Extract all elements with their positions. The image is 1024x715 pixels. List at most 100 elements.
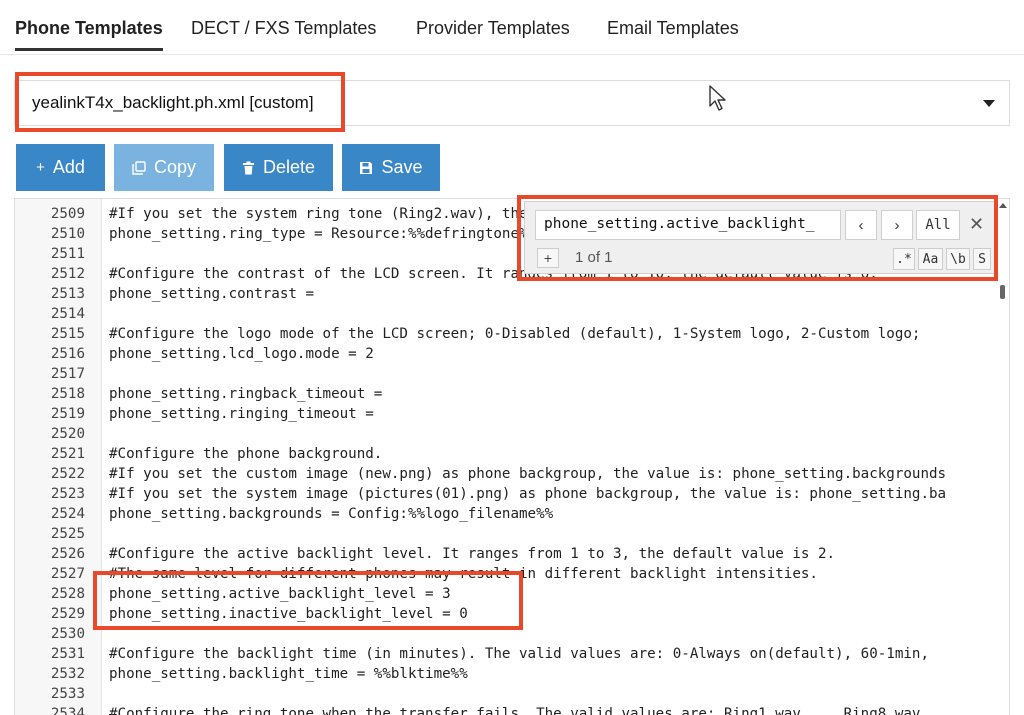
code-line: 2522 #If you set the custom image (new.pn… bbox=[15, 464, 995, 484]
line-number: 2510 bbox=[50, 226, 85, 242]
line-code: #Configure the ring tone when the transf… bbox=[109, 706, 921, 715]
code-line: 2526 #Configure the active backlight leve… bbox=[15, 544, 995, 564]
line-code: phone_setting.inactive_backlight_level =… bbox=[109, 606, 468, 622]
tab-provider-templates[interactable]: Provider Templates bbox=[416, 18, 570, 39]
find-all-label: All bbox=[925, 217, 951, 233]
line-code: #Configure the backlight time (in minute… bbox=[109, 646, 929, 662]
chevron-left-icon: ‹ bbox=[858, 216, 864, 234]
line-code: phone_setting.backgrounds = Config:%%log… bbox=[109, 506, 554, 522]
mouse-cursor-icon bbox=[709, 85, 726, 111]
regex-toggle-label: .* bbox=[896, 251, 912, 267]
line-code: phone_setting.ring_type = Resource:%%def… bbox=[109, 226, 537, 242]
code-line: 2516 phone_setting.lcd_logo.mode = 2 bbox=[15, 344, 995, 364]
plus-icon: + bbox=[543, 250, 553, 266]
case-sensitive-toggle-label: Aa bbox=[922, 251, 939, 267]
code-line: 2532 phone_setting.backlight_time = %%blk… bbox=[15, 664, 995, 684]
scroll-thumb[interactable] bbox=[1000, 285, 1005, 299]
phone-templates-page: Phone Templates DECT / FXS Templates Pro… bbox=[0, 0, 1024, 715]
search-panel: phone_setting.active_backlight_ ‹ › All … bbox=[524, 201, 997, 274]
line-number: 2531 bbox=[50, 646, 85, 662]
line-code: phone_setting.contrast = bbox=[109, 286, 314, 302]
trash-icon bbox=[242, 161, 255, 175]
code-line: 2514 bbox=[15, 304, 995, 324]
floppy-disk-icon bbox=[359, 161, 373, 175]
template-select[interactable]: yealinkT4x_backlight.ph.xml [custom] bbox=[14, 80, 1010, 126]
code-line: 2515 #Configure the logo mode of the LCD … bbox=[15, 324, 995, 344]
copy-icon bbox=[132, 160, 146, 175]
find-next-button[interactable]: › bbox=[881, 210, 913, 240]
line-code: phone_setting.lcd_logo.mode = 2 bbox=[109, 346, 374, 362]
regex-toggle[interactable]: .* bbox=[893, 248, 915, 270]
line-number: 2515 bbox=[50, 326, 85, 342]
find-all-button[interactable]: All bbox=[916, 210, 960, 240]
copy-button-label: Copy bbox=[153, 157, 197, 177]
search-in-selection-toggle[interactable]: S bbox=[973, 248, 991, 270]
line-number: 2529 bbox=[50, 606, 85, 622]
expand-replace-button[interactable]: + bbox=[537, 248, 559, 268]
code-line: 2517 bbox=[15, 364, 995, 384]
add-button[interactable]: + Add bbox=[16, 144, 105, 191]
line-number: 2522 bbox=[50, 466, 85, 482]
whole-word-toggle[interactable]: \b bbox=[946, 248, 970, 270]
delete-button[interactable]: Delete bbox=[224, 144, 333, 191]
copy-button[interactable]: Copy bbox=[114, 144, 214, 191]
line-number: 2509 bbox=[50, 206, 85, 222]
line-number: 2517 bbox=[50, 366, 85, 382]
line-number: 2524 bbox=[50, 506, 85, 522]
tab-email-templates[interactable]: Email Templates bbox=[607, 18, 739, 39]
find-previous-button[interactable]: ‹ bbox=[845, 210, 877, 240]
line-number: 2513 bbox=[50, 286, 85, 302]
code-line: 2533 bbox=[15, 684, 995, 704]
close-icon[interactable]: ✕ bbox=[969, 214, 984, 235]
match-counter: 1 of 1 bbox=[575, 249, 613, 266]
save-button[interactable]: Save bbox=[342, 144, 440, 191]
code-line: 2518 phone_setting.ringback_timeout = bbox=[15, 384, 995, 404]
line-number: 2512 bbox=[50, 266, 85, 282]
line-code: phone_setting.active_backlight_level = 3 bbox=[109, 586, 451, 602]
line-number: 2534 bbox=[50, 706, 85, 715]
case-sensitive-toggle[interactable]: Aa bbox=[918, 248, 943, 270]
editor-lines: 2509 #If you set the system ring tone (Ri… bbox=[15, 204, 995, 715]
delete-button-label: Delete bbox=[262, 157, 316, 177]
line-number: 2526 bbox=[50, 546, 85, 562]
tabs-divider bbox=[0, 54, 1024, 55]
line-number: 2525 bbox=[50, 526, 85, 542]
code-editor[interactable]: 2509 #If you set the system ring tone (Ri… bbox=[14, 198, 1010, 715]
line-code: #Configure the active backlight level. I… bbox=[109, 546, 836, 562]
plus-icon: + bbox=[36, 159, 45, 176]
scroll-up-arrow-icon[interactable] bbox=[999, 203, 1007, 208]
chevron-down-icon[interactable] bbox=[983, 100, 995, 107]
line-number: 2511 bbox=[50, 246, 85, 262]
line-number: 2514 bbox=[50, 306, 85, 322]
vertical-scrollbar[interactable] bbox=[999, 203, 1007, 713]
line-code: phone_setting.ringing_timeout = bbox=[109, 406, 374, 422]
code-line: 2521 #Configure the phone background. bbox=[15, 444, 995, 464]
tab-dect-fxs-templates[interactable]: DECT / FXS Templates bbox=[191, 18, 376, 39]
code-line: 2528 phone_setting.active_backlight_level… bbox=[15, 584, 995, 604]
line-number: 2530 bbox=[50, 626, 85, 642]
template-tabs: Phone Templates DECT / FXS Templates Pro… bbox=[0, 0, 1024, 62]
line-code: #If you set the custom image (new.png) a… bbox=[109, 466, 947, 482]
line-number: 2532 bbox=[50, 666, 85, 682]
line-number: 2516 bbox=[50, 346, 85, 362]
tab-phone-templates[interactable]: Phone Templates bbox=[15, 18, 163, 51]
chevron-right-icon: › bbox=[894, 216, 900, 234]
line-code: #If you set the system image (pictures(0… bbox=[109, 486, 947, 502]
line-number: 2528 bbox=[50, 586, 85, 602]
search-input[interactable]: phone_setting.active_backlight_ bbox=[535, 210, 841, 240]
line-number: 2533 bbox=[50, 686, 85, 702]
line-number: 2527 bbox=[50, 566, 85, 582]
line-number: 2521 bbox=[50, 446, 85, 462]
line-code: phone_setting.backlight_time = %%blktime… bbox=[109, 666, 468, 682]
template-select-value: yealinkT4x_backlight.ph.xml [custom] bbox=[32, 93, 314, 112]
code-line: 2513 phone_setting.contrast = bbox=[15, 284, 995, 304]
code-line: 2523 #If you set the system image (pictur… bbox=[15, 484, 995, 504]
line-code: #Configure the phone background. bbox=[109, 446, 383, 462]
code-line: 2520 bbox=[15, 424, 995, 444]
code-line: 2527 #The same level for different phones… bbox=[15, 564, 995, 584]
code-line: 2524 phone_setting.backgrounds = Config:%… bbox=[15, 504, 995, 524]
line-number: 2518 bbox=[50, 386, 85, 402]
line-code: #The same level for different phones may… bbox=[109, 566, 818, 582]
code-line: 2519 phone_setting.ringing_timeout = bbox=[15, 404, 995, 424]
search-in-selection-toggle-label: S bbox=[978, 251, 986, 267]
